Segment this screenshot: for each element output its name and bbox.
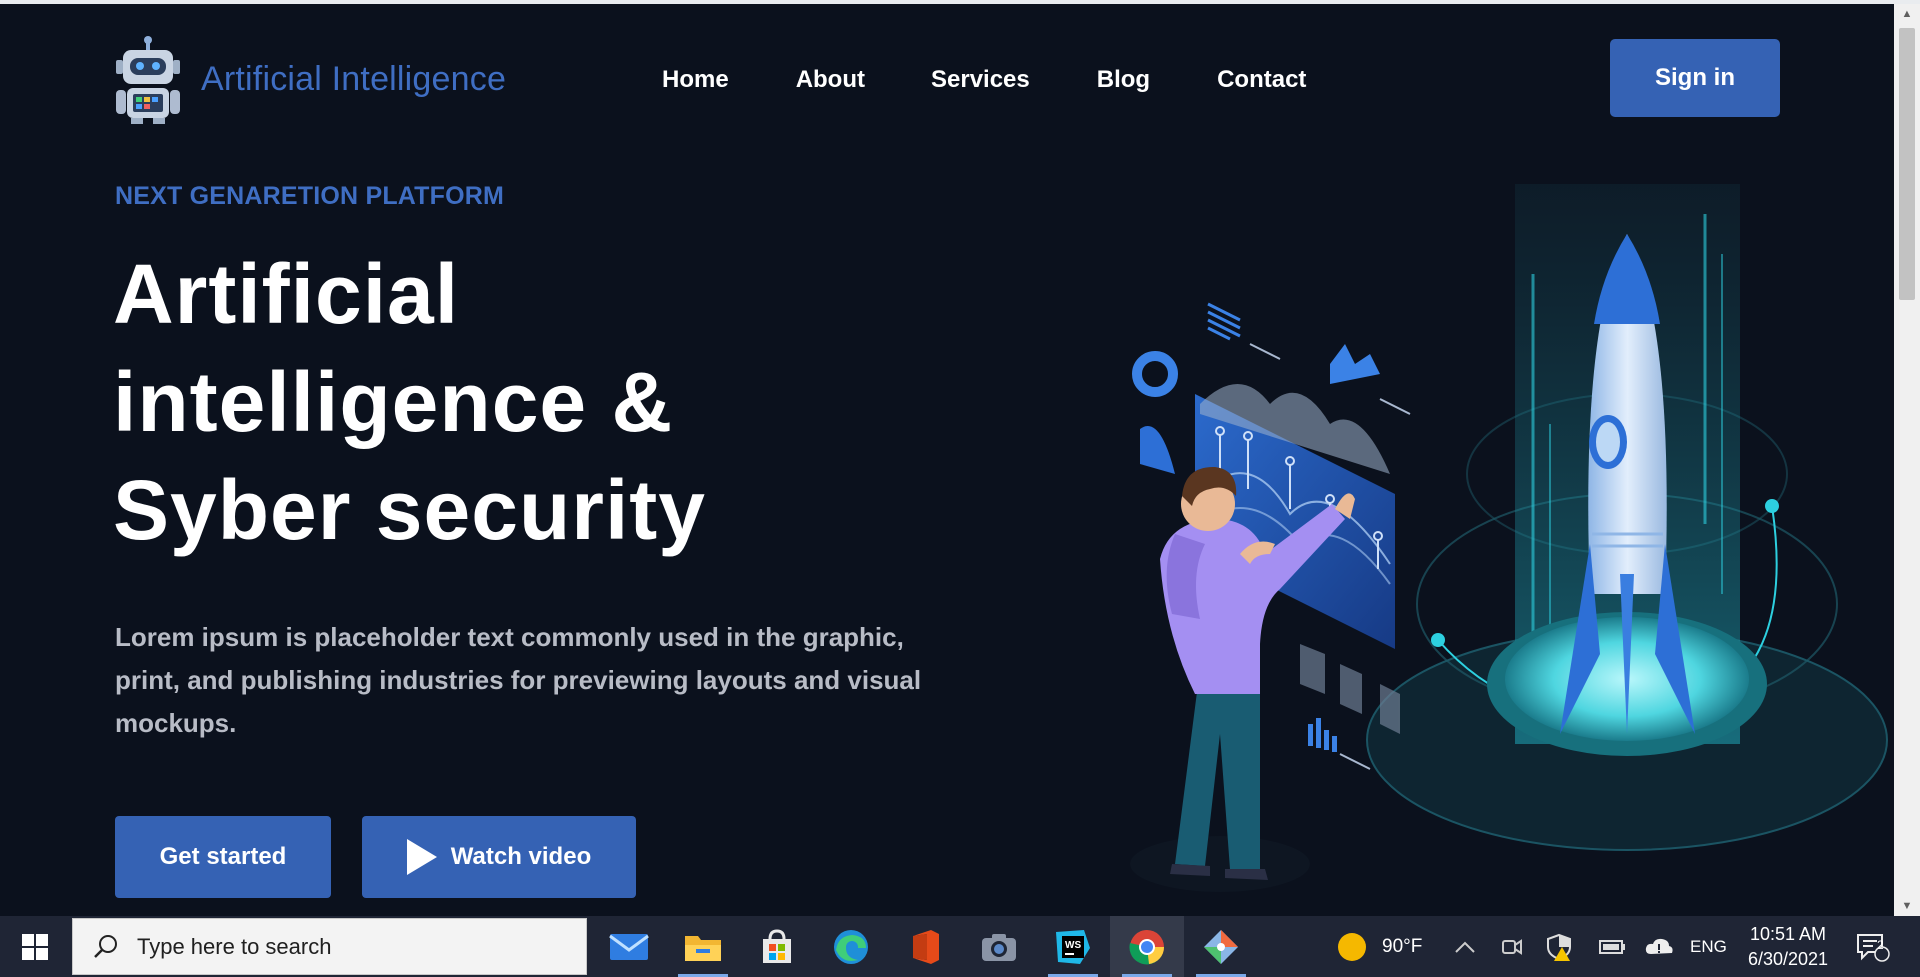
svg-text:WS: WS	[1065, 940, 1081, 951]
start-button[interactable]	[0, 916, 70, 977]
notification-icon	[1857, 933, 1890, 962]
edge-icon	[834, 929, 868, 964]
scroll-down-arrow-icon[interactable]: ▼	[1894, 896, 1920, 916]
taskbar-app-store[interactable]	[740, 916, 814, 977]
onedrive-button[interactable]	[1644, 916, 1674, 977]
nav-home[interactable]: Home	[662, 66, 729, 94]
hero-title: Artificial intelligence & Syber security	[113, 240, 933, 564]
get-started-button[interactable]: Get started	[115, 816, 331, 898]
web-page: Artificial Intelligence Home About Servi…	[0, 4, 1894, 916]
search-icon	[94, 934, 117, 958]
system-clock[interactable]: 10:51 AM 6/30/2021	[1738, 922, 1838, 972]
taskbar-search-input[interactable]	[135, 932, 539, 961]
windows-taskbar: WS 90°F	[0, 916, 1920, 977]
weather-temperature: 90°F	[1382, 935, 1423, 957]
security-tray-button[interactable]	[1546, 916, 1572, 977]
camera-icon	[982, 933, 1016, 961]
scrollbar-thumb[interactable]	[1899, 28, 1915, 300]
taskbar-app-chrome[interactable]	[1110, 916, 1184, 977]
vertical-scrollbar[interactable]: ▲ ▼	[1894, 4, 1920, 916]
language-indicator[interactable]: ENG	[1690, 916, 1727, 977]
sign-in-button[interactable]: Sign in	[1610, 39, 1780, 117]
taskbar-app-git[interactable]	[1184, 916, 1258, 977]
hero-description: Lorem ipsum is placeholder text commonly…	[115, 622, 922, 738]
cloud-icon	[1645, 938, 1673, 954]
brand-logo-link[interactable]: Artificial Intelligence	[113, 34, 506, 124]
webstorm-icon: WS	[1056, 929, 1090, 964]
main-nav: Home About Services Blog Contact	[662, 66, 1306, 94]
battery-icon	[1599, 939, 1625, 954]
meet-now-icon	[1502, 938, 1522, 955]
chrome-icon	[1129, 929, 1165, 964]
notification-center-button[interactable]: 2	[1856, 916, 1890, 977]
windows-logo-icon	[22, 933, 48, 960]
weather-sun-icon	[1338, 932, 1366, 961]
taskbar-app-edge[interactable]	[814, 916, 888, 977]
file-explorer-icon	[685, 935, 721, 961]
taskbar-search-box[interactable]	[72, 918, 587, 975]
hero-title-line-3: Syber security	[113, 463, 706, 557]
clock-time: 10:51 AM	[1749, 924, 1827, 944]
nav-services[interactable]: Services	[931, 66, 1030, 94]
meet-now-button[interactable]	[1500, 916, 1524, 977]
nav-contact[interactable]: Contact	[1217, 66, 1306, 94]
nav-blog[interactable]: Blog	[1097, 66, 1150, 94]
taskbar-app-file-explorer[interactable]	[666, 916, 740, 977]
hero-illustration	[1130, 184, 1888, 892]
clock-date: 6/30/2021	[1747, 949, 1829, 969]
chevron-up-icon	[1455, 941, 1475, 953]
hero-title-line-1: Artificial	[113, 247, 460, 341]
nav-about[interactable]: About	[796, 66, 865, 94]
mail-icon	[609, 933, 649, 960]
show-hidden-icons-button[interactable]	[1454, 916, 1476, 977]
shield-warning-icon	[1547, 933, 1571, 961]
hero-eyebrow: NEXT GENARETION PLATFORM	[115, 182, 505, 210]
play-icon	[406, 839, 437, 875]
scroll-up-arrow-icon[interactable]: ▲	[1894, 4, 1920, 24]
battery-button[interactable]	[1598, 916, 1626, 977]
watch-video-label: Watch video	[450, 843, 592, 870]
taskbar-app-webstorm[interactable]: WS	[1036, 916, 1110, 977]
taskbar-app-camera[interactable]	[962, 916, 1036, 977]
taskbar-app-office[interactable]	[888, 916, 962, 977]
robot-logo-icon	[116, 36, 180, 124]
notification-count-badge: 2	[1877, 938, 1884, 952]
brand-name: Artificial Intelligence	[201, 59, 507, 98]
watch-video-button[interactable]: Watch video	[362, 816, 636, 898]
weather-widget[interactable]: 90°F	[1338, 916, 1422, 977]
office-icon	[913, 929, 939, 964]
microsoft-store-icon	[763, 928, 791, 963]
git-icon	[1204, 929, 1238, 964]
hero-title-line-2: intelligence &	[113, 355, 674, 449]
taskbar-app-mail[interactable]	[592, 916, 666, 977]
